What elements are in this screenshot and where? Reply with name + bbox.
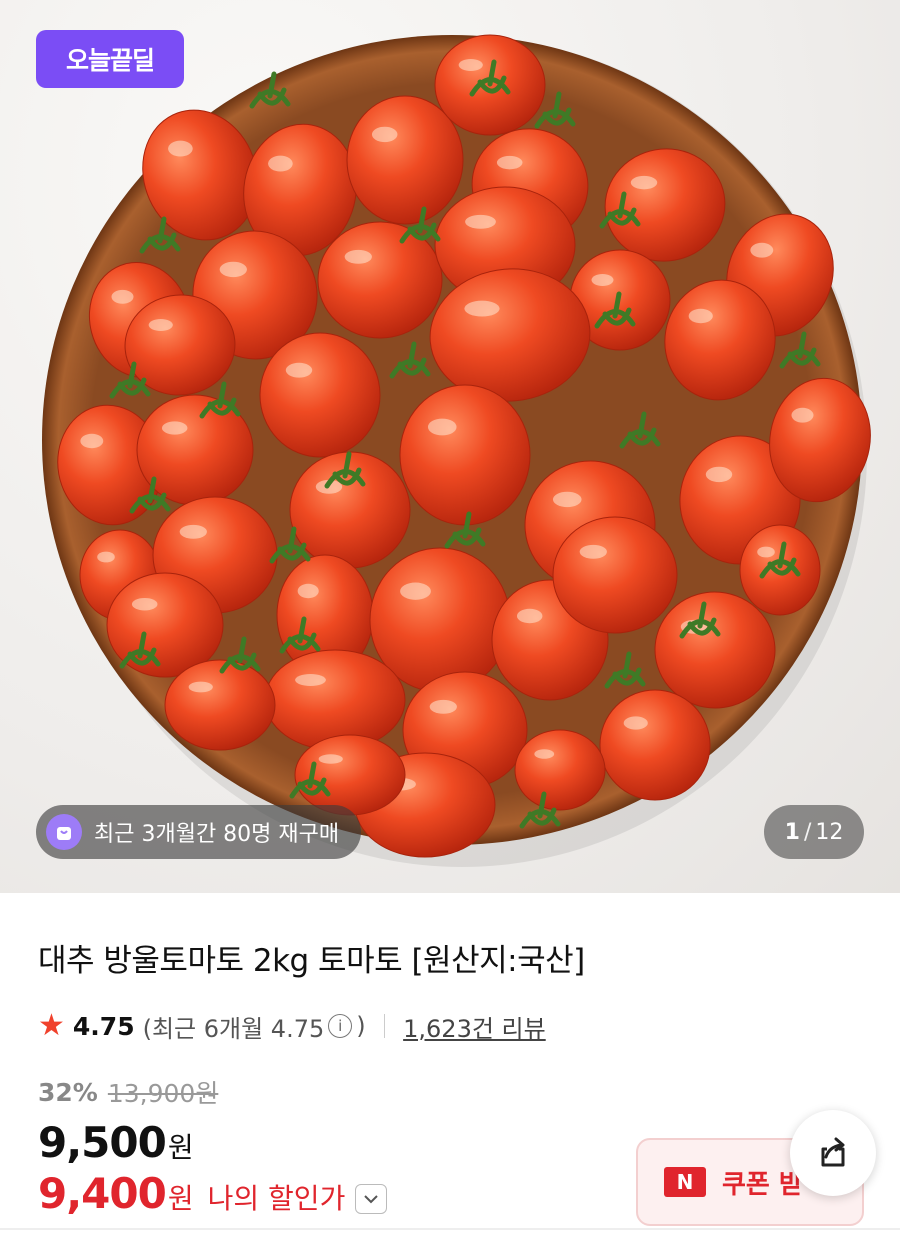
share-icon <box>821 1137 845 1167</box>
tomato-shape <box>514 729 606 811</box>
my-price-unit: 원 <box>167 1182 194 1215</box>
tomato-highlight <box>750 242 774 258</box>
tomato-highlight <box>179 524 207 539</box>
tomato-highlight <box>591 274 614 286</box>
tomato-highlight <box>97 551 115 563</box>
product-title: 대추 방울토마토 2kg 토마토 [원산지:국산] <box>38 943 585 979</box>
rating-score: 4.75 <box>72 1011 135 1041</box>
tomato-highlight <box>623 716 648 730</box>
naver-n-icon: N <box>664 1167 706 1197</box>
tomato-highlight <box>757 546 775 558</box>
tomato-highlight <box>400 582 431 600</box>
sale-price: 9,500 <box>38 1118 167 1167</box>
tomato-highlight <box>285 362 313 378</box>
tomato-highlight <box>188 681 213 693</box>
discount-row: 32% 13,900원 <box>38 1074 387 1110</box>
repurchase-text: 최근 3개월간 80명 재구매 <box>94 822 340 847</box>
my-price: 9,400 <box>38 1169 167 1218</box>
tomato-highlight <box>131 597 158 611</box>
chevron-down-icon[interactable] <box>355 1184 388 1214</box>
rating-recent-close: ) <box>356 1012 366 1040</box>
deal-badge: 오늘끝딜 <box>36 30 184 88</box>
rating-recent: (최근 6개월 4.75 <box>142 1014 325 1043</box>
info-icon[interactable]: i <box>328 1014 353 1038</box>
tomato-highlight <box>579 544 607 559</box>
image-counter-total: 12 <box>815 819 844 845</box>
tomato-bowl-image <box>42 34 871 867</box>
sale-price-row: 9,500 원 <box>38 1118 387 1167</box>
tomato-highlight <box>111 289 134 304</box>
tomato-highlight <box>705 466 733 483</box>
tomato-highlight <box>427 418 457 436</box>
rating-row: ★ 4.75 (최근 6개월 4.75 i ) 1,623건 리뷰 <box>38 1008 546 1044</box>
tomato-highlight <box>161 421 188 435</box>
review-count-link[interactable]: 1,623건 리뷰 <box>403 1009 546 1044</box>
tomato-shape <box>739 524 821 616</box>
tomato-shape <box>264 649 406 751</box>
discount-rate: 32% <box>38 1077 98 1107</box>
image-counter-separator: / <box>803 819 812 845</box>
tomato-highlight <box>465 214 496 229</box>
tomato-highlight <box>295 674 326 686</box>
tomato-highlight <box>318 754 343 764</box>
tomato-shape <box>552 516 678 634</box>
tomato-highlight <box>458 59 483 71</box>
tomato-highlight <box>534 749 555 759</box>
tomato-shape <box>289 451 411 569</box>
tomato-highlight <box>791 407 814 423</box>
image-counter-current: 1 <box>784 819 800 845</box>
original-price: 13,900원 <box>107 1079 219 1108</box>
tomato-highlight <box>552 491 582 508</box>
repurchase-badge: 최근 3개월간 80명 재구매 <box>36 805 362 859</box>
star-icon: ★ <box>38 1008 65 1043</box>
coupon-button-label: 쿠폰 받 <box>722 1169 803 1200</box>
tomato-highlight <box>168 140 193 157</box>
tomato-highlight <box>344 249 372 264</box>
tomato-highlight <box>688 308 713 324</box>
tomato-highlight <box>429 699 457 714</box>
tomato-highlight <box>80 433 104 449</box>
tomato-highlight <box>268 155 293 172</box>
image-counter: 1 / 12 <box>764 805 864 859</box>
tomato-shape <box>399 384 531 526</box>
bottom-divider <box>0 1228 900 1230</box>
price-block: 32% 13,900원 9,500 원 9,400 원 나의 할인가 <box>38 1074 388 1218</box>
sale-price-unit: 원 <box>167 1131 194 1164</box>
tomato-highlight <box>371 126 398 143</box>
rating-divider <box>383 1014 386 1038</box>
tomato-highlight <box>496 155 523 170</box>
shopping-bag-icon <box>46 814 82 850</box>
my-price-label: 나의 할인가 <box>207 1182 346 1215</box>
tomato-shape <box>164 659 276 751</box>
tomato-highlight <box>630 175 658 190</box>
product-image-carousel[interactable]: 오늘끝딜 최근 3개월간 80명 재구매 1 / 12 <box>0 0 900 893</box>
tomato-highlight <box>464 300 500 317</box>
tomato-shape <box>599 689 711 801</box>
tomato-highlight <box>516 608 543 624</box>
my-price-row[interactable]: 9,400 원 나의 할인가 <box>38 1169 388 1218</box>
tomato-highlight <box>148 319 173 331</box>
tomato-shape <box>259 332 381 458</box>
share-button[interactable] <box>790 1110 876 1196</box>
tomato-highlight <box>297 583 319 599</box>
tomato-highlight <box>219 261 247 278</box>
